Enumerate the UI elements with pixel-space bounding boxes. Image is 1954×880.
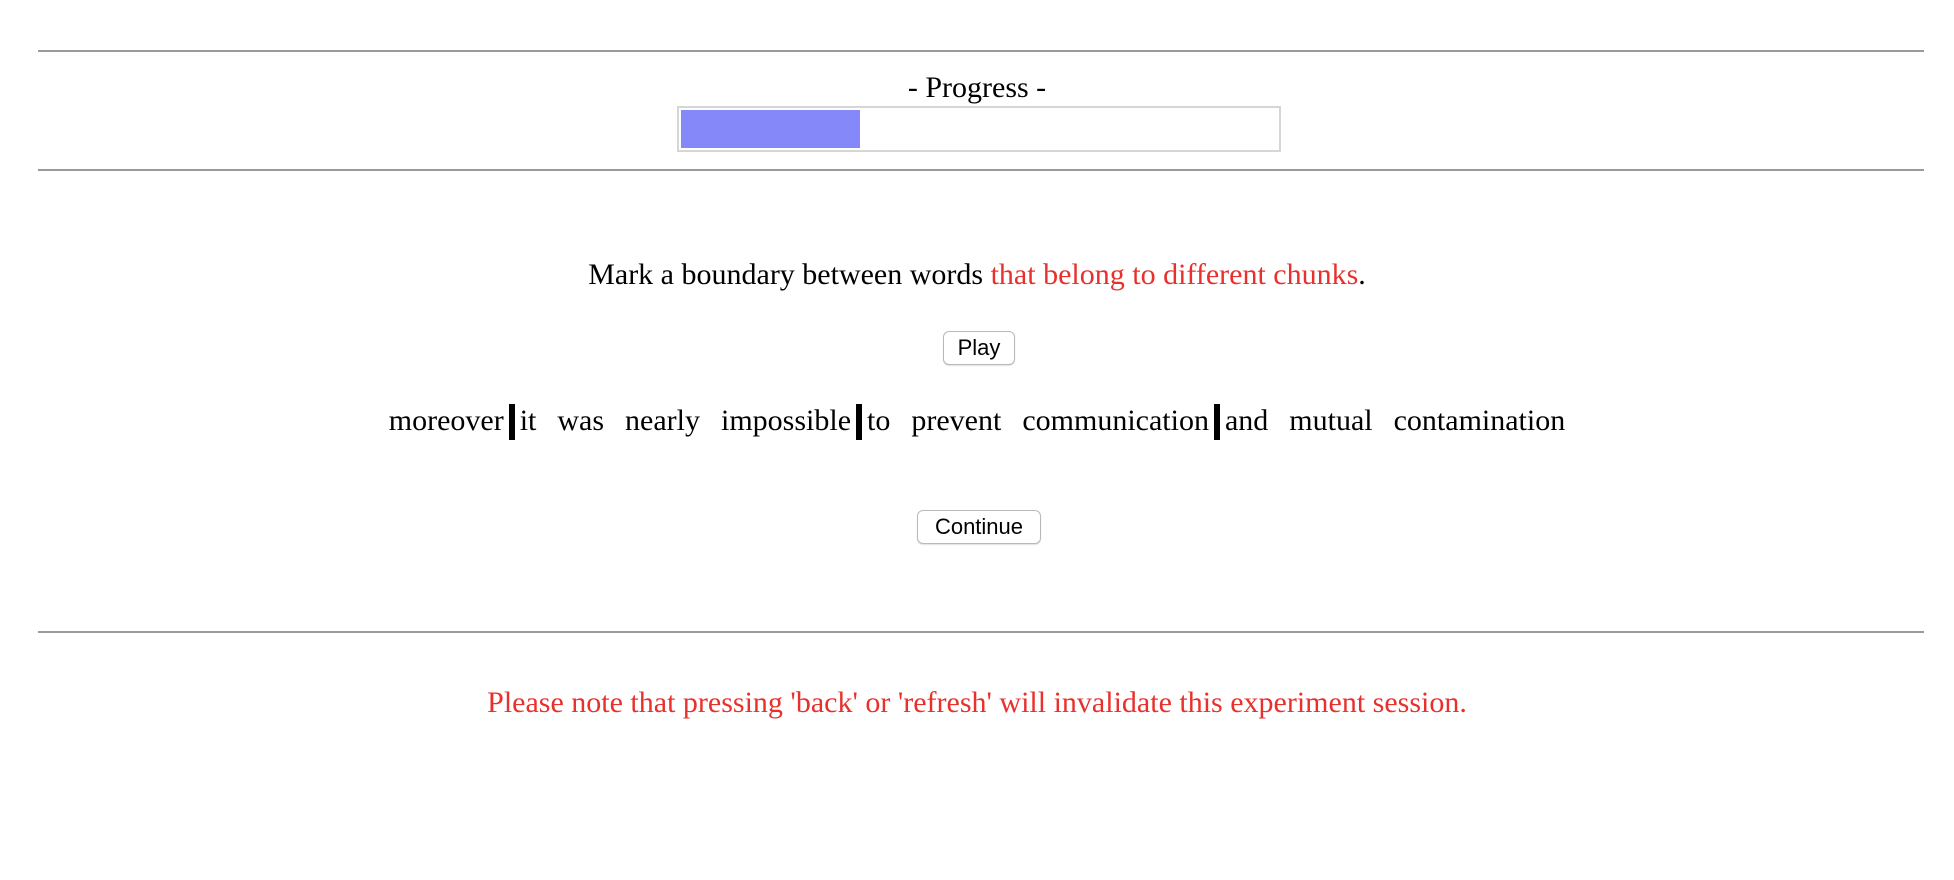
sentence-word: moreover bbox=[388, 404, 504, 437]
sentence-word: and bbox=[1224, 404, 1269, 437]
progress-divider bbox=[38, 169, 1924, 171]
word-gap[interactable] bbox=[700, 401, 721, 441]
instruction-suffix: . bbox=[1358, 258, 1366, 291]
sentence-word: nearly bbox=[625, 404, 700, 437]
chunk-boundary-marker[interactable] bbox=[508, 401, 516, 441]
word-gap[interactable] bbox=[1001, 401, 1022, 441]
sentence-chunker: moreover it was nearly impossible to prevent co… bbox=[0, 397, 1954, 445]
sentence-word: to bbox=[867, 404, 891, 437]
continue-button[interactable]: Continue bbox=[917, 510, 1041, 544]
sentence-word: it bbox=[519, 404, 537, 437]
instruction-text: Mark a boundary between words that belon… bbox=[0, 253, 1954, 297]
progress-bar bbox=[677, 106, 1281, 152]
word-gap[interactable] bbox=[1373, 401, 1394, 441]
session-warning: Please note that pressing 'back' or 'ref… bbox=[487, 686, 1467, 719]
sentence-word: was bbox=[557, 404, 605, 437]
sentence-word: contamination bbox=[1393, 404, 1566, 437]
chunk-boundary-marker[interactable] bbox=[855, 401, 863, 441]
word-gap[interactable] bbox=[604, 401, 625, 441]
bottom-divider bbox=[38, 631, 1924, 633]
sentence-word: communication bbox=[1022, 404, 1209, 437]
progress-title: - Progress - bbox=[907, 71, 1047, 104]
instruction-prefix: Mark a boundary between words bbox=[588, 258, 991, 291]
sentence-word: mutual bbox=[1289, 404, 1373, 437]
chunk-boundary-marker[interactable] bbox=[1213, 401, 1221, 441]
sentence-word: impossible bbox=[721, 404, 852, 437]
top-divider bbox=[38, 50, 1924, 52]
word-gap[interactable] bbox=[890, 401, 911, 441]
progress-fill bbox=[681, 110, 860, 148]
play-button[interactable]: Play bbox=[943, 331, 1015, 365]
instruction-highlight: that belong to different chunks bbox=[990, 258, 1359, 291]
word-gap[interactable] bbox=[1268, 401, 1289, 441]
word-gap[interactable] bbox=[536, 401, 557, 441]
sentence-word: prevent bbox=[911, 404, 1002, 437]
